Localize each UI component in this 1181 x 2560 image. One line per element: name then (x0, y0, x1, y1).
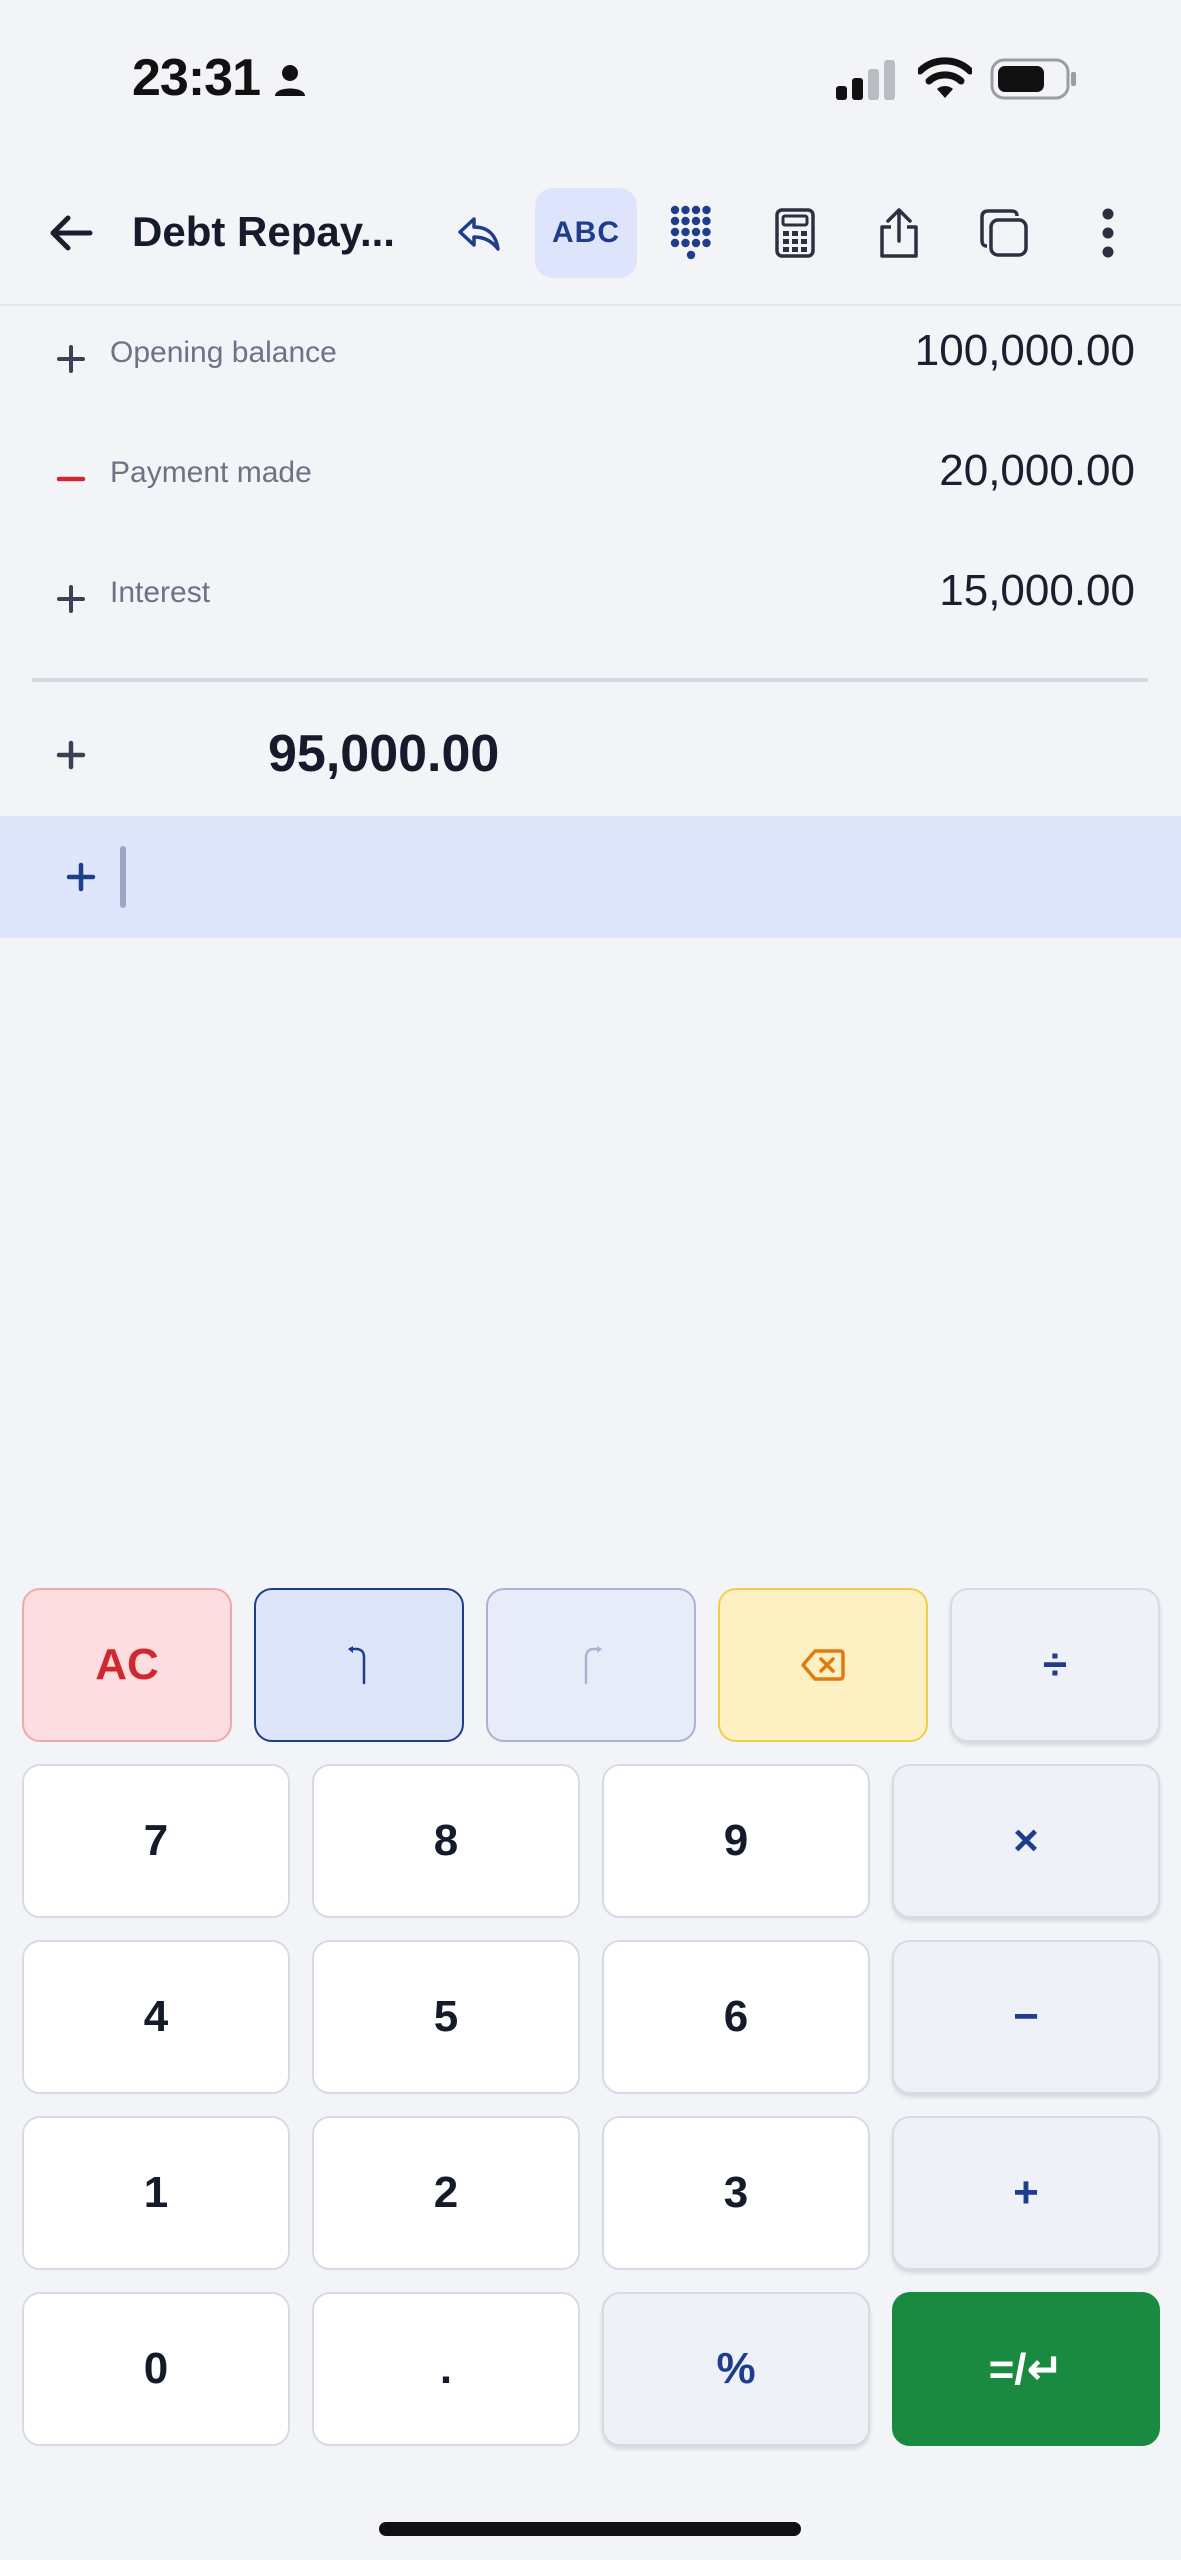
minus-button[interactable]: − (892, 1940, 1160, 2094)
decimal-point-button[interactable]: . (312, 2292, 580, 2446)
digit-0-button[interactable]: 0 (22, 2292, 290, 2446)
entry-label: Opening balance (110, 336, 337, 369)
more-button[interactable] (1058, 188, 1158, 278)
redo-key-button[interactable] (486, 1588, 696, 1742)
plus-button[interactable]: + (892, 2116, 1160, 2270)
undo-key-button[interactable] (254, 1588, 464, 1742)
keypad-button[interactable] (640, 188, 742, 278)
entry-amount: 15,000.00 (939, 566, 1135, 615)
percent-button[interactable]: % (602, 2292, 870, 2446)
entry-row[interactable]: Opening balance 100,000.00 (0, 306, 1181, 426)
backspace-button[interactable] (718, 1588, 928, 1742)
digit-5-button[interactable]: 5 (312, 1940, 580, 2094)
signal-icon (836, 60, 895, 100)
keypad-icon (670, 205, 711, 260)
entry-amount: 100,000.00 (914, 326, 1135, 375)
arrow-left-icon (50, 215, 93, 251)
calculator-screen: 23:31 Debt Repay... ABC Opening balance … (0, 0, 1181, 2560)
multiply-button[interactable]: × (892, 1764, 1160, 1918)
calculator-button[interactable] (744, 188, 846, 278)
text-caret (120, 846, 126, 908)
plus-sign-icon (57, 345, 85, 373)
more-vertical-icon (1102, 208, 1114, 258)
share-icon (880, 208, 918, 258)
digit-1-button[interactable]: 1 (22, 2116, 290, 2270)
undo-button[interactable] (428, 188, 530, 278)
back-button[interactable] (20, 188, 122, 278)
status-bar: 23:31 (0, 0, 1181, 160)
wifi-icon (918, 57, 972, 98)
digit-9-button[interactable]: 9 (602, 1764, 870, 1918)
digit-7-button[interactable]: 7 (22, 1764, 290, 1918)
copy-icon (980, 209, 1028, 257)
entry-row[interactable]: Payment made 20,000.00 (0, 426, 1181, 546)
undo-arrow-icon (348, 1646, 366, 1685)
digit-8-button[interactable]: 8 (312, 1764, 580, 1918)
entry-amount: 20,000.00 (939, 446, 1135, 495)
active-input-row[interactable] (0, 816, 1181, 938)
battery-icon (990, 58, 1076, 100)
document-title[interactable]: Debt Repay... (132, 208, 395, 256)
toolbar: Debt Repay... ABC (0, 180, 1181, 304)
divide-button[interactable]: ÷ (950, 1588, 1160, 1742)
copy-button[interactable] (953, 188, 1055, 278)
plus-sign-icon (66, 862, 96, 892)
home-indicator[interactable] (379, 2522, 801, 2536)
total-row[interactable]: 95,000.00 (0, 688, 1181, 816)
plus-sign-icon (56, 740, 86, 770)
entry-label: Payment made (110, 456, 312, 489)
digit-4-button[interactable]: 4 (22, 1940, 290, 2094)
plus-sign-icon (57, 585, 85, 613)
backspace-icon (801, 1649, 845, 1681)
all-clear-button[interactable]: AC (22, 1588, 232, 1742)
redo-arrow-icon (584, 1646, 602, 1685)
digit-2-button[interactable]: 2 (312, 2116, 580, 2270)
person-icon (275, 65, 305, 96)
calculator-icon (775, 208, 815, 258)
reply-icon (458, 217, 500, 251)
digit-3-button[interactable]: 3 (602, 2116, 870, 2270)
total-value: 95,000.00 (268, 725, 500, 783)
share-button[interactable] (848, 188, 950, 278)
sum-divider (32, 678, 1148, 682)
abc-mode-button[interactable]: ABC (535, 188, 637, 278)
minus-sign-icon (56, 476, 86, 482)
digit-6-button[interactable]: 6 (602, 1940, 870, 2094)
status-time: 23:31 (132, 49, 261, 107)
entry-label: Interest (110, 576, 211, 609)
entry-row[interactable]: Interest 15,000.00 (0, 546, 1181, 666)
equals-enter-button[interactable]: =/↵ (892, 2292, 1160, 2446)
